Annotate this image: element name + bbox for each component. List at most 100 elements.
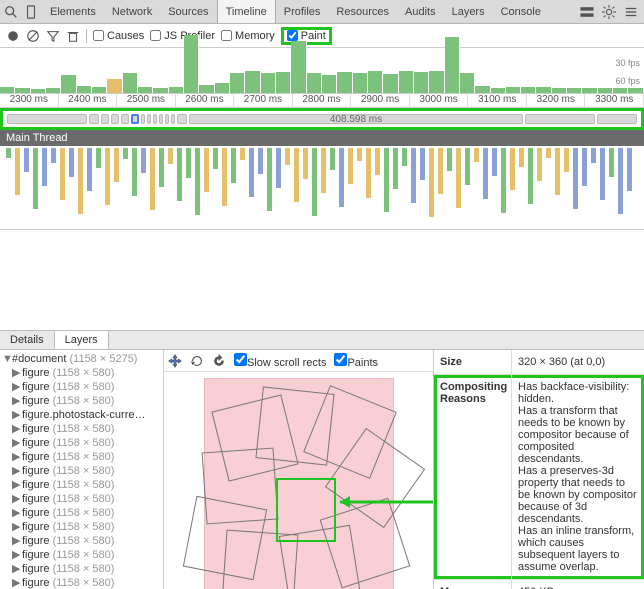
tree-row[interactable]: ▶figure.photostack-curre… — [0, 408, 163, 422]
tree-row[interactable]: ▼#document (1158 × 5275) — [0, 352, 163, 366]
flame-bar — [42, 148, 47, 186]
tab-sources[interactable]: Sources — [160, 0, 216, 23]
flame-bar — [384, 148, 389, 212]
timeline-scrubber[interactable]: 408.598 ms — [0, 108, 644, 130]
info-compositing-value: Has backface-visibility: hidden. Has a t… — [512, 375, 644, 579]
flame-bar — [447, 148, 452, 171]
flame-bar — [123, 148, 128, 159]
flame-bar — [24, 148, 29, 172]
flame-bar — [276, 148, 281, 188]
timeline-overview[interactable]: 30 fps 60 fps 2300 ms2400 ms2500 ms2600 … — [0, 48, 644, 108]
tree-row[interactable]: ▶figure (1158 × 580) — [0, 478, 163, 492]
tree-row[interactable]: ▶figure (1158 × 580) — [0, 534, 163, 548]
tree-row[interactable]: ▶figure (1158 × 580) — [0, 492, 163, 506]
flame-bar — [420, 148, 425, 180]
paint-checkbox[interactable]: Paint — [287, 30, 326, 42]
flame-bar — [231, 148, 236, 183]
overview-bar — [261, 73, 276, 93]
flame-bar — [60, 148, 65, 200]
overview-bar — [291, 41, 306, 93]
memory-checkbox[interactable]: Memory — [221, 30, 275, 42]
overview-bar — [353, 73, 368, 93]
ruler-tick: 2900 ms — [351, 94, 410, 107]
info-size-value: 320 × 360 (at 0,0) — [512, 350, 644, 374]
selected-layer-rect[interactable] — [276, 478, 336, 542]
flame-bar — [159, 148, 164, 187]
layer-tree[interactable]: ▼#document (1158 × 5275)▶figure (1158 × … — [0, 350, 164, 589]
flame-bar — [150, 148, 155, 210]
menu-icon[interactable] — [624, 5, 638, 19]
flame-chart[interactable] — [0, 146, 644, 230]
causes-checkbox[interactable]: Causes — [93, 30, 144, 42]
bottom-tab-details[interactable]: Details — [0, 331, 55, 349]
reset-icon[interactable] — [212, 354, 226, 368]
overview-bar — [245, 71, 260, 93]
tab-profiles[interactable]: Profiles — [276, 0, 329, 23]
tree-row[interactable]: ▶figure (1158 × 580) — [0, 506, 163, 520]
tree-row[interactable]: ▶figure (1158 × 580) — [0, 464, 163, 478]
flame-bar — [366, 148, 371, 198]
tab-network[interactable]: Network — [104, 0, 160, 23]
flame-bar — [519, 148, 524, 167]
gear-icon[interactable] — [602, 5, 616, 19]
overview-bar — [429, 71, 444, 93]
slow-scroll-rects-checkbox[interactable]: Slow scroll rects — [234, 353, 326, 369]
flame-bar — [411, 148, 416, 203]
tree-row[interactable]: ▶figure (1158 × 580) — [0, 394, 163, 408]
flame-bar — [303, 148, 308, 179]
bottom-tab-layers[interactable]: Layers — [55, 331, 109, 349]
info-size-key: Size — [434, 350, 512, 374]
scrubber-selection[interactable] — [131, 114, 139, 124]
tree-row[interactable]: ▶figure (1158 × 580) — [0, 436, 163, 450]
flame-bar — [600, 148, 605, 200]
flame-bar — [285, 148, 290, 165]
layer-canvas[interactable] — [164, 372, 433, 589]
flame-bar — [177, 148, 182, 201]
tree-row[interactable]: ▶figure (1158 × 580) — [0, 562, 163, 576]
scrubber-time-label: 408.598 ms — [189, 114, 523, 124]
tree-row[interactable]: ▶figure (1158 × 580) — [0, 520, 163, 534]
layer-info-panel: Size 320 × 360 (at 0,0) Compositing Reas… — [434, 350, 644, 589]
tab-audits[interactable]: Audits — [397, 0, 444, 23]
flame-bar — [267, 148, 272, 211]
ruler-tick: 2600 ms — [176, 94, 235, 107]
flame-bar — [132, 148, 137, 196]
overview-bar — [307, 73, 322, 93]
clear-icon[interactable] — [26, 29, 40, 43]
tree-row[interactable]: ▶figure (1158 × 580) — [0, 548, 163, 562]
tree-row[interactable]: ▶figure (1158 × 580) — [0, 380, 163, 394]
move-icon[interactable] — [168, 354, 182, 368]
drawer-toggle-icon[interactable] — [580, 5, 594, 19]
ruler-tick: 2300 ms — [0, 94, 59, 107]
flame-bar — [429, 148, 434, 217]
tree-row[interactable]: ▶figure (1158 × 580) — [0, 576, 163, 589]
tree-row[interactable]: ▶figure (1158 × 580) — [0, 422, 163, 436]
tab-layers[interactable]: Layers — [444, 0, 493, 23]
overview-bar — [107, 79, 122, 93]
tab-console[interactable]: Console — [493, 0, 549, 23]
tree-row[interactable]: ▶figure (1158 × 580) — [0, 450, 163, 464]
garbage-icon[interactable] — [66, 29, 80, 43]
record-icon[interactable] — [6, 29, 20, 43]
flame-bar — [222, 148, 227, 206]
overview-bar — [123, 73, 138, 93]
flame-bar — [105, 148, 110, 205]
flame-bar — [6, 148, 11, 158]
flame-bar — [240, 148, 245, 160]
overview-bar — [460, 73, 475, 93]
device-icon[interactable] — [24, 5, 38, 19]
filter-icon[interactable] — [46, 29, 60, 43]
paints-checkbox[interactable]: Paints — [334, 353, 378, 369]
rotate-icon[interactable] — [190, 354, 204, 368]
flame-bar — [456, 148, 461, 208]
search-icon[interactable] — [4, 5, 18, 19]
jsprofiler-checkbox[interactable]: JS Profiler — [150, 30, 215, 42]
flame-bar — [627, 148, 632, 191]
tab-timeline[interactable]: Timeline — [217, 0, 276, 23]
overview-bar — [61, 75, 76, 93]
tree-row[interactable]: ▶figure (1158 × 580) — [0, 366, 163, 380]
paint-label: Paint — [301, 30, 326, 42]
info-memory-value: 450 KB — [512, 580, 644, 589]
tab-elements[interactable]: Elements — [42, 0, 104, 23]
tab-resources[interactable]: Resources — [328, 0, 397, 23]
